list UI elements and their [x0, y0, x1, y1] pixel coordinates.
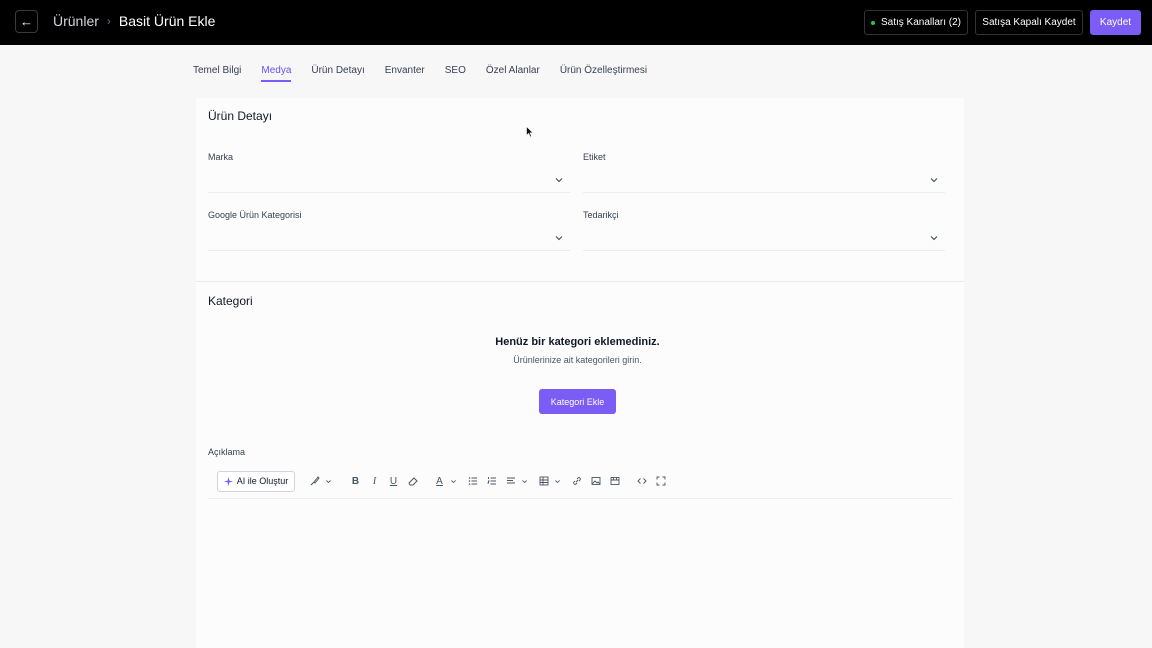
category-empty-title: Henüz bir kategori eklemediniz. [495, 336, 660, 348]
product-form-card: Ürün Detayı Marka Etiket Google Ürün Kat… [196, 98, 964, 648]
back-button[interactable]: ← [15, 10, 38, 33]
code-icon[interactable] [632, 472, 651, 491]
category-title: Kategori [208, 294, 253, 308]
save-label: Kaydet [1099, 17, 1132, 28]
section-divider [196, 281, 964, 282]
sales-channels-button[interactable]: Satış Kanalları (2) [864, 10, 968, 35]
breadcrumb: Ürünler › Basit Ürün Ekle [53, 13, 215, 29]
tab-basic-info[interactable]: Temel Bilgi [193, 64, 241, 82]
tab-seo[interactable]: SEO [445, 64, 466, 82]
save-button[interactable]: Kaydet [1090, 10, 1141, 35]
fullscreen-icon[interactable] [651, 472, 670, 491]
arrow-left-icon: ← [20, 14, 33, 29]
ai-generate-button[interactable]: AI ile Oluştur [217, 470, 295, 492]
bold-icon[interactable]: B [346, 472, 365, 491]
status-dot-icon [870, 20, 875, 25]
table-icon[interactable] [534, 472, 553, 491]
supplier-label: Tedarikçi [583, 210, 619, 220]
chevron-down-icon[interactable] [553, 472, 561, 491]
description-editor[interactable] [208, 500, 953, 648]
add-category-button[interactable]: Kategori Ekle [539, 389, 616, 414]
ai-generate-label: AI ile Oluştur [236, 476, 289, 486]
tab-inventory[interactable]: Envanter [385, 64, 425, 82]
supplier-select[interactable] [583, 227, 945, 251]
brand-label: Marka [208, 152, 234, 162]
text-color-icon[interactable]: A [430, 472, 449, 491]
link-icon[interactable] [567, 472, 586, 491]
page-title: Basit Ürün Ekle [118, 13, 216, 29]
chevron-down-icon[interactable] [520, 472, 528, 491]
product-detail-title: Ürün Detayı [208, 109, 273, 123]
tab-product-detail[interactable]: Ürün Detayı [311, 64, 364, 82]
brand-select[interactable] [208, 169, 570, 193]
paintbrush-icon[interactable] [305, 472, 324, 491]
mouse-cursor-icon [526, 126, 534, 138]
chevron-down-icon [555, 236, 563, 241]
editor-toolbar: AI ile Oluştur B I U A [217, 470, 670, 492]
numbered-list-icon[interactable] [482, 472, 501, 491]
tag-label: Etiket [583, 152, 606, 162]
description-label: Açıklama [208, 447, 246, 457]
tab-custom-fields[interactable]: Özel Alanlar [486, 64, 540, 82]
bullet-list-icon[interactable] [463, 472, 482, 491]
chevron-down-icon [930, 178, 938, 183]
sales-channels-label: Satış Kanalları (2) [880, 17, 962, 28]
chevron-down-icon[interactable] [449, 472, 457, 491]
category-empty-subtitle: Ürünlerinize ait kategorileri girin. [513, 355, 642, 365]
sparkle-icon [223, 476, 233, 486]
chevron-down-icon [930, 236, 938, 241]
eraser-icon[interactable] [403, 472, 422, 491]
chevron-down-icon[interactable] [324, 472, 332, 491]
tag-select[interactable] [583, 169, 945, 193]
tab-bar: Temel Bilgi Medya Ürün Detayı Envanter S… [193, 64, 667, 82]
underline-icon[interactable]: U [384, 472, 403, 491]
google-category-select[interactable] [208, 227, 570, 251]
google-category-label: Google Ürün Kategorisi [208, 210, 302, 220]
tab-media[interactable]: Medya [261, 64, 292, 82]
breadcrumb-products[interactable]: Ürünler [53, 13, 99, 29]
top-bar: ← Ürünler › Basit Ürün Ekle Satış Kanall… [0, 0, 1152, 45]
image-icon[interactable] [586, 472, 605, 491]
align-icon[interactable] [501, 472, 520, 491]
breadcrumb-separator: › [106, 14, 111, 28]
italic-icon[interactable]: I [365, 472, 384, 491]
tab-product-customization[interactable]: Ürün Özelleştirmesi [560, 64, 647, 82]
video-icon[interactable] [605, 472, 624, 491]
chevron-down-icon [555, 178, 563, 183]
editor-divider [208, 498, 953, 499]
save-closed-label: Satışa Kapalı Kaydet [982, 17, 1076, 28]
save-closed-button[interactable]: Satışa Kapalı Kaydet [975, 10, 1083, 35]
